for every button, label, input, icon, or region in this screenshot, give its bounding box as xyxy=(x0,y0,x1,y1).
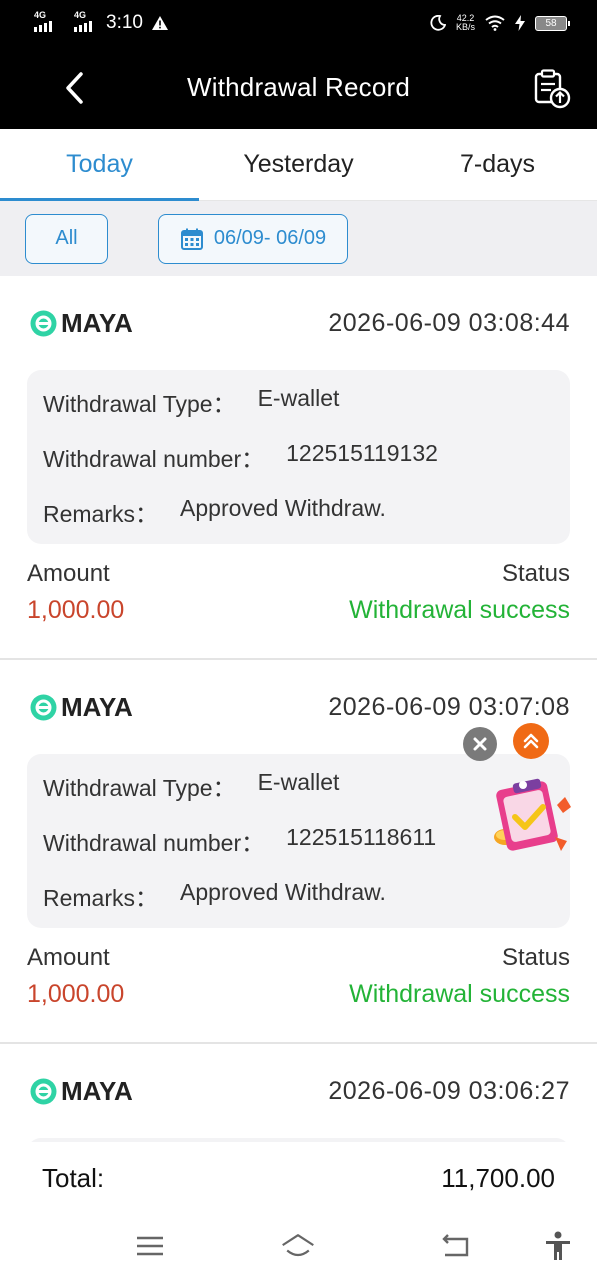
withdrawal-number-label: Withdrawal number： xyxy=(43,445,265,472)
withdrawal-number-label: Withdrawal number： xyxy=(43,829,265,856)
amount-value: 1,000.00 xyxy=(27,980,125,1008)
maya-logo-icon xyxy=(30,694,57,720)
amount-label: Amount xyxy=(27,944,110,971)
network-speed: 42.2 KB/s xyxy=(455,13,475,32)
wallet-name: MAYA xyxy=(61,691,133,722)
back-arrow-icon xyxy=(442,1234,469,1257)
accessibility-button[interactable] xyxy=(540,1230,576,1262)
moon-icon xyxy=(430,15,446,31)
remarks-value: Approved Withdraw. xyxy=(180,879,386,906)
gift-task-icon xyxy=(494,778,571,851)
total-bar: Total: 11,700.00 xyxy=(0,1142,597,1214)
menu-icon xyxy=(137,1236,163,1256)
date-range-label: 06/09- 06/09 xyxy=(213,227,327,249)
page-title: Withdrawal Record xyxy=(186,72,411,102)
filter-all-button[interactable]: All xyxy=(25,213,108,264)
calendar-icon xyxy=(180,228,203,250)
back-button[interactable] xyxy=(56,68,92,108)
remarks-label: Remarks： xyxy=(43,501,159,528)
battery-icon: 58 xyxy=(535,15,570,31)
accessibility-icon xyxy=(546,1231,570,1260)
amount-value: 1,000.00 xyxy=(27,596,125,624)
tab-today[interactable]: Today xyxy=(0,129,199,201)
maya-logo-icon xyxy=(30,310,57,336)
record-details: Withdrawal Type： E-wallet Withdrawal numb… xyxy=(27,370,570,544)
filter-bar: All 06/09- 06/09 xyxy=(0,201,597,276)
amount-label: Amount xyxy=(27,560,110,587)
system-nav-bar xyxy=(0,1214,597,1280)
date-tabs: Today Yesterday 7-days xyxy=(0,129,597,201)
wallet-name: MAYA xyxy=(61,307,133,338)
double-chevron-up-icon xyxy=(523,733,539,749)
total-value: 11,700.00 xyxy=(441,1162,555,1193)
tab-yesterday[interactable]: Yesterday xyxy=(199,129,398,200)
status-value: Withdrawal success xyxy=(349,980,570,1008)
cell-signal-icon: 4G xyxy=(74,10,92,32)
wallet-name: MAYA xyxy=(61,1075,133,1106)
promo-floating-widget[interactable] xyxy=(485,775,577,867)
withdrawal-type-value: E-wallet xyxy=(257,768,340,795)
close-icon xyxy=(473,737,487,751)
chevron-left-icon xyxy=(66,72,83,104)
app-header: Withdrawal Record xyxy=(0,46,597,129)
home-icon xyxy=(282,1234,314,1257)
record-timestamp: 2026-06-09 03:06:27 xyxy=(328,1076,570,1105)
status-bar: 4G 4G 3:10 42.2 KB/s 58 xyxy=(0,0,597,46)
warning-icon xyxy=(151,16,168,30)
charging-icon xyxy=(515,15,525,31)
wifi-icon xyxy=(485,15,505,31)
close-float-button[interactable] xyxy=(463,727,497,761)
remarks-label: Remarks： xyxy=(43,885,159,912)
export-record-button[interactable] xyxy=(531,68,573,110)
total-label: Total: xyxy=(42,1162,105,1193)
withdrawal-type-label: Withdrawal Type： xyxy=(43,390,236,417)
record-timestamp: 2026-06-09 03:07:08 xyxy=(328,692,570,721)
date-range-button[interactable]: 06/09- 06/09 xyxy=(158,213,348,264)
status-label: Status xyxy=(501,944,570,971)
maya-logo-icon xyxy=(30,1078,57,1104)
withdrawal-number-value: 122515118611 xyxy=(286,823,437,850)
withdrawal-number-value: 122515119132 xyxy=(286,439,438,466)
clipboard-upload-icon xyxy=(534,69,571,109)
home-button[interactable] xyxy=(280,1230,316,1262)
list-item[interactable]: MAYA 2026-06-09 03:08:44 Withdrawal Type… xyxy=(0,276,597,660)
withdrawal-type-label: Withdrawal Type： xyxy=(43,774,236,801)
record-timestamp: 2026-06-09 03:08:44 xyxy=(328,308,570,337)
status-value: Withdrawal success xyxy=(349,596,570,624)
status-label: Status xyxy=(501,560,570,587)
cell-signal-icon: 4G xyxy=(34,10,52,32)
back-nav-button[interactable] xyxy=(437,1230,473,1262)
tab-7-days[interactable]: 7-days xyxy=(398,129,597,200)
withdrawal-type-value: E-wallet xyxy=(257,384,340,411)
remarks-value: Approved Withdraw. xyxy=(180,495,386,522)
scroll-top-button[interactable] xyxy=(513,723,549,759)
clock: 3:10 xyxy=(106,12,143,33)
menu-button[interactable] xyxy=(132,1230,168,1262)
